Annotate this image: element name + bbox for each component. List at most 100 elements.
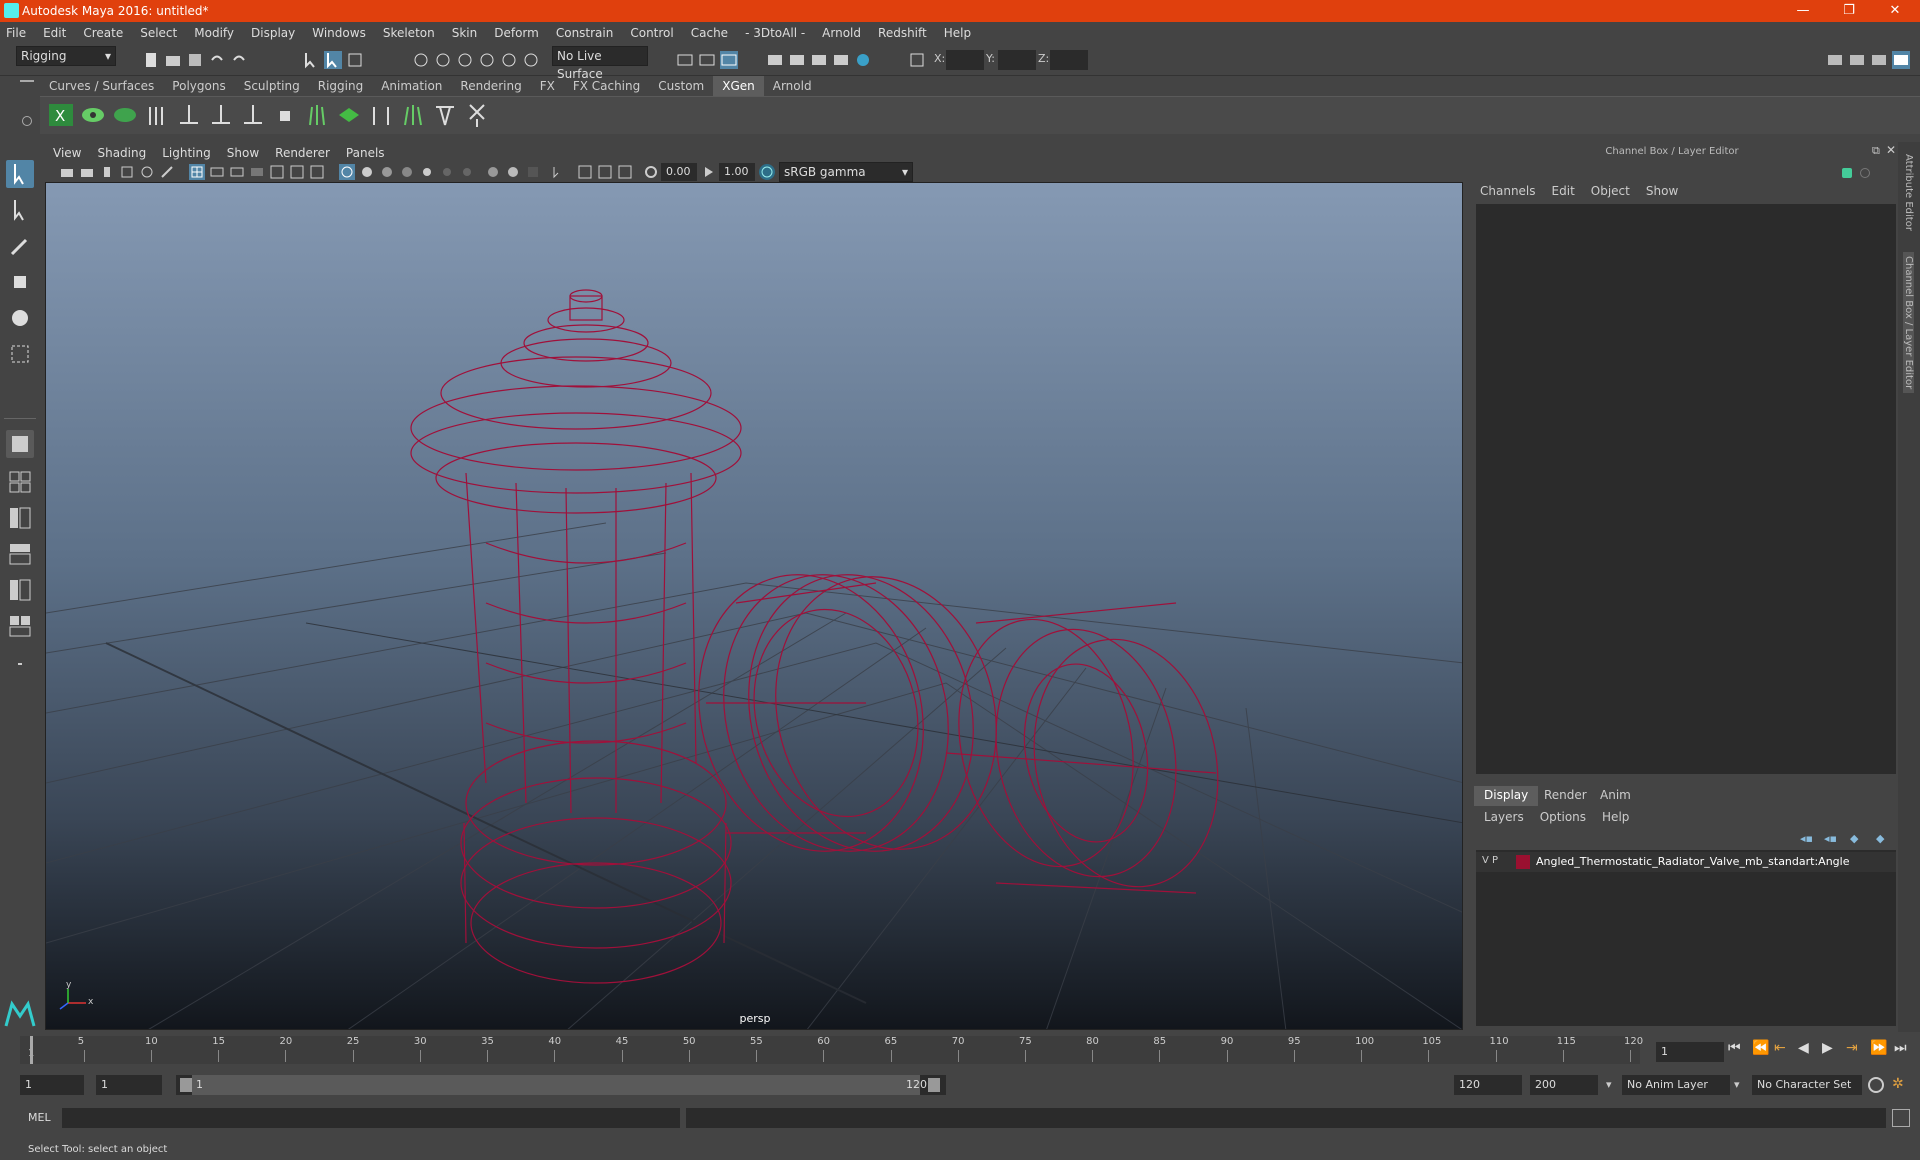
safe-title-icon[interactable]	[309, 164, 325, 180]
persp-uv-layout-icon[interactable]	[6, 612, 34, 640]
vp-menu-renderer[interactable]: Renderer	[275, 146, 330, 160]
layer-color-swatch[interactable]	[1516, 855, 1530, 869]
image-plane-icon[interactable]	[119, 164, 135, 180]
vp-menu-view[interactable]: View	[53, 146, 81, 160]
shelf-tab-custom[interactable]: Custom	[649, 76, 713, 96]
xgen-place-guide-icon[interactable]	[208, 101, 234, 129]
xgen-guide-tool-icon[interactable]	[176, 101, 202, 129]
menu-set-dropdown[interactable]: Rigging ▾	[16, 46, 116, 66]
x-field[interactable]	[946, 50, 984, 70]
persp-graph-layout-icon[interactable]	[6, 540, 34, 568]
range-slider-bar-fill[interactable]	[192, 1075, 920, 1095]
move-tool-icon[interactable]	[6, 268, 34, 296]
step-back-frame-icon[interactable]: ⇤	[1774, 1040, 1786, 1056]
2d-pan-zoom-icon[interactable]	[139, 164, 155, 180]
y-field[interactable]	[998, 50, 1036, 70]
shelf-tab-arnold[interactable]: Arnold	[764, 76, 821, 96]
time-slider[interactable]: 1510152025303540455055606570758085909510…	[20, 1036, 1643, 1064]
menu-file[interactable]: File	[6, 26, 26, 40]
script-editor-icon[interactable]	[1892, 1109, 1910, 1127]
range-slider-end-handle[interactable]	[928, 1078, 940, 1092]
xgen-layer-icon[interactable]	[336, 101, 362, 129]
transform-mode-icon[interactable]	[908, 51, 926, 69]
attribute-editor-toggle-icon[interactable]	[1848, 51, 1866, 69]
depth-of-field-icon[interactable]	[525, 164, 541, 180]
vp-menu-lighting[interactable]: Lighting	[162, 146, 211, 160]
shelf-tab-animation[interactable]: Animation	[372, 76, 451, 96]
channel-list[interactable]	[1476, 204, 1896, 774]
film-gate-icon[interactable]	[209, 164, 225, 180]
side-tab-channel-box[interactable]: Channel Box / Layer Editor	[1903, 252, 1914, 394]
xray-joints-icon[interactable]	[617, 164, 633, 180]
select-hierarchy-icon[interactable]	[302, 51, 320, 69]
side-tab-attribute-editor[interactable]: Attribute Editor	[1903, 154, 1914, 231]
save-scene-icon[interactable]	[186, 51, 204, 69]
perspective-viewport[interactable]: y x persp	[45, 182, 1463, 1030]
vp-menu-panels[interactable]: Panels	[346, 146, 385, 160]
live-surface-field[interactable]: No Live Surface	[552, 46, 648, 81]
range-slider-start-handle[interactable]	[180, 1078, 192, 1092]
grease-pencil-icon[interactable]	[159, 164, 175, 180]
xgen-preview-icon[interactable]	[80, 101, 106, 129]
open-scene-icon[interactable]	[164, 51, 182, 69]
animation-preferences-icon[interactable]: ✲	[1892, 1076, 1904, 1092]
xgen-grass-icon[interactable]	[400, 101, 426, 129]
undo-icon[interactable]	[208, 51, 226, 69]
camera-select-icon[interactable]	[59, 164, 75, 180]
step-forward-key-icon[interactable]: ⏩	[1870, 1040, 1887, 1056]
close-panel-icon[interactable]: ✕	[1886, 143, 1896, 157]
shelf-tab-rendering[interactable]: Rendering	[451, 76, 530, 96]
snap-magnet-icon[interactable]	[522, 51, 540, 69]
cb-menu-edit[interactable]: Edit	[1552, 184, 1575, 198]
animation-start-field[interactable]: 1	[20, 1075, 84, 1095]
shelf-tab-rigging[interactable]: Rigging	[309, 76, 372, 96]
layer-playback-toggle[interactable]: P	[1492, 855, 1498, 866]
motion-blur-icon[interactable]	[485, 164, 501, 180]
menu-modify[interactable]: Modify	[194, 26, 234, 40]
shelf-tab-xgen[interactable]: XGen	[713, 76, 764, 96]
shelf-menu-icon[interactable]	[20, 80, 34, 82]
bookmark-icon[interactable]	[99, 164, 115, 180]
select-component-icon[interactable]	[346, 51, 364, 69]
play-forward-icon[interactable]: ▶	[1822, 1040, 1833, 1056]
anim-layer-dropdown[interactable]: No Anim Layer	[1622, 1075, 1730, 1095]
menu-skin[interactable]: Skin	[452, 26, 478, 40]
playback-end-field[interactable]: 120	[1454, 1075, 1522, 1095]
auto-key-icon[interactable]	[1868, 1077, 1884, 1093]
float-panel-icon[interactable]: ⧉	[1872, 144, 1880, 158]
snap-grid-icon[interactable]	[412, 51, 430, 69]
go-to-end-icon[interactable]: ⏭	[1894, 1040, 1907, 1056]
shelf-tab-curves[interactable]: Curves / Surfaces	[40, 76, 163, 96]
menu-select[interactable]: Select	[140, 26, 177, 40]
hypershade-icon[interactable]	[854, 51, 872, 69]
shelf-tab-fx[interactable]: FX	[531, 76, 564, 96]
new-scene-icon[interactable]	[142, 51, 160, 69]
menu-arnold[interactable]: Arnold	[822, 26, 861, 40]
menu-constrain[interactable]: Constrain	[556, 26, 614, 40]
exposure-field[interactable]: 0.00	[661, 163, 697, 181]
menu-skeleton[interactable]: Skeleton	[383, 26, 435, 40]
go-to-start-icon[interactable]: ⏮	[1728, 1040, 1741, 1056]
textured-icon[interactable]	[399, 164, 415, 180]
modeling-toolkit-toggle-icon[interactable]	[1826, 51, 1844, 69]
play-backward-icon[interactable]: ◀	[1798, 1040, 1809, 1056]
chevron-down-icon[interactable]: ▾	[1734, 1075, 1740, 1095]
paint-select-tool-icon[interactable]	[6, 232, 34, 260]
lasso-tool-icon[interactable]	[6, 196, 34, 224]
channel-box-toggle-icon[interactable]	[1892, 51, 1910, 69]
ipr-render-icon[interactable]	[810, 51, 828, 69]
snap-curve-icon[interactable]	[434, 51, 452, 69]
layer-menu-layers[interactable]: Layers	[1484, 810, 1524, 824]
layer-menu-help[interactable]: Help	[1602, 810, 1629, 824]
smooth-shade-icon[interactable]	[359, 164, 375, 180]
select-object-icon[interactable]	[324, 51, 342, 69]
move-layer-down-icon[interactable]: ◂▪	[1824, 832, 1837, 845]
single-perspective-layout-icon[interactable]	[6, 430, 34, 458]
construction-icon[interactable]	[698, 51, 716, 69]
wireframe-icon[interactable]	[339, 164, 355, 180]
current-frame-field[interactable]: 1	[1656, 1042, 1724, 1062]
snap-surface-icon[interactable]	[500, 51, 518, 69]
range-slider-track[interactable]: 1 120	[176, 1075, 946, 1095]
render-sequence-icon[interactable]	[788, 51, 806, 69]
menu-deform[interactable]: Deform	[494, 26, 539, 40]
